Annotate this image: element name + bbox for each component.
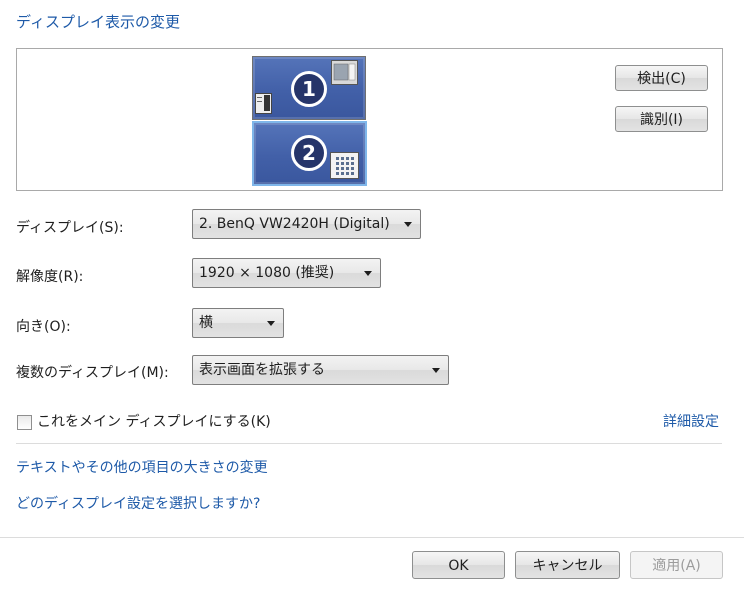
- monitor-number-badge: 1: [291, 71, 327, 107]
- orientation-select-value: 横: [199, 315, 213, 331]
- display-label: ディスプレイ(S):: [16, 220, 124, 236]
- divider: [16, 443, 722, 444]
- resolution-label: 解像度(R):: [16, 269, 84, 285]
- footer-divider: [0, 537, 744, 538]
- resolution-select[interactable]: 1920 × 1080 (推奨): [192, 258, 381, 288]
- main-display-checkbox[interactable]: [17, 415, 32, 430]
- apply-button[interactable]: 適用(A): [630, 551, 723, 579]
- text-size-link[interactable]: テキストやその他の項目の大きさの変更: [16, 457, 268, 477]
- display-select[interactable]: 2. BenQ VW2420H (Digital): [192, 209, 421, 239]
- display-select-value: 2. BenQ VW2420H (Digital): [199, 216, 390, 232]
- advanced-settings-link[interactable]: 詳細設定: [663, 411, 719, 431]
- window-thumbnail-icon: [330, 152, 359, 179]
- window-thumbnail-icon: [331, 60, 358, 85]
- page-title: ディスプレイ表示の変更: [16, 13, 180, 31]
- monitor-arrangement-panel[interactable]: 1 2 検出(C) 識別(I): [16, 48, 723, 191]
- multiple-displays-label: 複数のディスプレイ(M):: [16, 365, 169, 381]
- identify-button[interactable]: 識別(I): [615, 106, 708, 132]
- resolution-select-value: 1920 × 1080 (推奨): [199, 265, 335, 281]
- orientation-label: 向き(O):: [16, 319, 71, 335]
- monitor-2[interactable]: 2: [252, 121, 367, 186]
- window-edge-icon: [255, 93, 272, 114]
- chevron-down-icon: [364, 271, 372, 276]
- monitor-number-badge: 2: [291, 135, 327, 171]
- ok-button[interactable]: OK: [412, 551, 505, 579]
- multiple-displays-select-value: 表示画面を拡張する: [199, 362, 325, 378]
- main-display-label[interactable]: これをメイン ディスプレイにする(K): [37, 411, 271, 431]
- cancel-button[interactable]: キャンセル: [515, 551, 620, 579]
- chevron-down-icon: [404, 222, 412, 227]
- detect-button[interactable]: 検出(C): [615, 65, 708, 91]
- chevron-down-icon: [432, 368, 440, 373]
- chevron-down-icon: [267, 321, 275, 326]
- display-settings-help-link[interactable]: どのディスプレイ設定を選択しますか?: [16, 493, 260, 513]
- monitor-1[interactable]: 1: [252, 56, 366, 120]
- multiple-displays-select[interactable]: 表示画面を拡張する: [192, 355, 449, 385]
- orientation-select[interactable]: 横: [192, 308, 284, 338]
